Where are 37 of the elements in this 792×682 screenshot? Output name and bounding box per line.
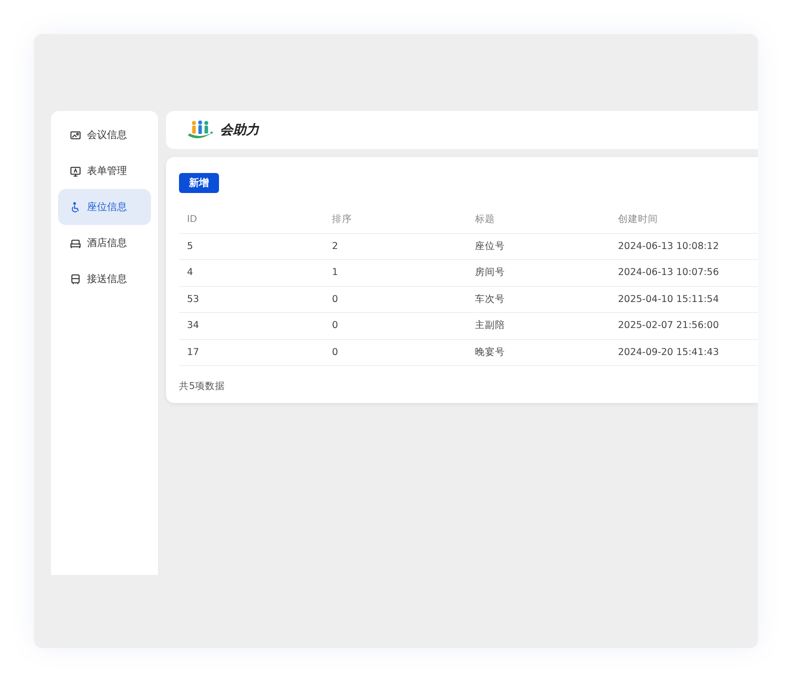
add-button[interactable]: 新增 bbox=[179, 173, 219, 193]
table-cell-text: 0 bbox=[331, 346, 340, 358]
table-cell-text: 座位号 bbox=[474, 240, 506, 253]
sidebar-item[interactable]: 座位信息 bbox=[58, 189, 151, 225]
bed-icon bbox=[70, 238, 81, 248]
wheelchair-icon bbox=[70, 202, 81, 212]
table-cell-text: 5 bbox=[186, 240, 194, 252]
table-cell-text: 房间号 bbox=[474, 266, 506, 280]
table-cell-text: 0 bbox=[331, 294, 340, 305]
table-cell-text: 34 bbox=[186, 320, 200, 332]
sidebar-item[interactable]: 表单管理 bbox=[58, 153, 151, 189]
logo-text: 会助力 bbox=[220, 122, 259, 139]
sidebar-item[interactable]: 接送信息 bbox=[58, 261, 151, 297]
column-header: 排序 bbox=[331, 213, 353, 226]
table-cell-text: 2025-04-10 15:11:54 bbox=[617, 294, 720, 305]
table-cell-text: 晚宴号 bbox=[474, 346, 506, 359]
column-header: 标题 bbox=[474, 213, 496, 226]
image-icon bbox=[70, 130, 81, 140]
column-header: ID bbox=[186, 214, 198, 226]
monitor-icon bbox=[70, 166, 81, 176]
table-cell-text: 主副陪 bbox=[474, 319, 506, 332]
table-cell-text: 2024-06-13 10:07:56 bbox=[617, 267, 720, 278]
bus-icon bbox=[70, 274, 81, 284]
table-cell-text: 2025-02-07 21:56:00 bbox=[617, 320, 720, 332]
table-cell-text: 0 bbox=[331, 320, 340, 332]
table-cell-text: 2 bbox=[331, 240, 340, 252]
table-cell-text: 17 bbox=[186, 346, 200, 358]
table-cell-text: 4 bbox=[186, 267, 194, 278]
table-cell-text: 2024-06-13 10:08:12 bbox=[617, 240, 720, 252]
table-cell-text: 53 bbox=[186, 294, 200, 305]
column-header: 创建时间 bbox=[617, 213, 659, 226]
sidebar-item[interactable]: 会议信息 bbox=[58, 117, 151, 153]
total-count: 共5项数据 bbox=[179, 380, 226, 393]
sidebar-item[interactable]: 酒店信息 bbox=[58, 225, 151, 261]
table-cell-text: 车次号 bbox=[474, 292, 506, 306]
table-cell-text: 2024-09-20 15:41:43 bbox=[617, 346, 720, 358]
table-cell-text: 1 bbox=[331, 267, 340, 278]
